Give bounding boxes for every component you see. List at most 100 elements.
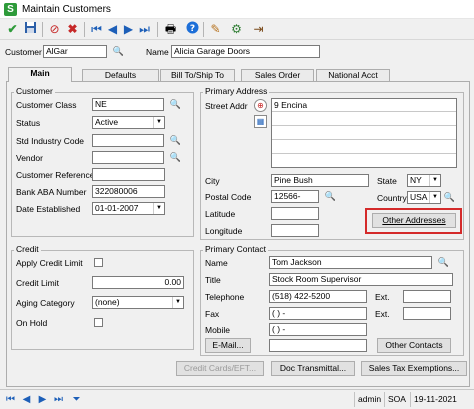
- email-button[interactable]: E-Mail...: [205, 338, 251, 353]
- on-hold-checkbox[interactable]: [94, 318, 103, 327]
- chevron-down-icon[interactable]: ▼: [429, 192, 440, 203]
- tab-national-acct[interactable]: National Acct: [316, 69, 390, 81]
- status-select[interactable]: Active ▼: [92, 116, 165, 129]
- telephone-field[interactable]: (518) 422-5200: [269, 290, 367, 303]
- aging-category-label: Aging Category: [16, 298, 75, 308]
- credit-limit-field[interactable]: 0.00: [92, 276, 184, 289]
- contact-title-label: Title: [205, 275, 221, 285]
- country-value: USA: [410, 192, 428, 202]
- longitude-field[interactable]: [271, 224, 319, 237]
- email-field[interactable]: [269, 339, 367, 352]
- filter-icon[interactable]: ⏷: [68, 391, 85, 408]
- date-established-label: Date Established: [16, 204, 81, 214]
- street-address-box[interactable]: 9 Encina: [271, 98, 457, 168]
- std-industry-code-lookup-icon[interactable]: 🔍: [169, 134, 182, 147]
- aging-category-value: (none): [95, 297, 120, 307]
- apply-credit-limit-checkbox[interactable]: [94, 258, 103, 267]
- date-established-value: 01-01-2007: [95, 203, 139, 213]
- doc-transmittal-button[interactable]: Doc Transmittal...: [271, 361, 355, 376]
- bank-aba-number-label: Bank ABA Number: [16, 187, 87, 197]
- settings-icon[interactable]: ⚙: [228, 21, 245, 38]
- customer-class-label: Customer Class: [16, 100, 77, 110]
- other-contacts-button[interactable]: Other Contacts: [377, 338, 451, 353]
- street-line-2[interactable]: [272, 112, 456, 126]
- telephone-ext-field[interactable]: [403, 290, 451, 303]
- help-icon[interactable]: ?: [184, 21, 201, 38]
- status-bar: ⏮ ◀ ▶ ⏭ ⏷ admin SOA 19-11-2021: [0, 389, 474, 409]
- accept-icon[interactable]: ✔: [4, 21, 21, 38]
- city-field[interactable]: Pine Bush: [271, 174, 369, 187]
- svg-text:?: ?: [190, 24, 195, 34]
- toolbar-separator: [157, 22, 158, 37]
- chevron-down-icon[interactable]: ▼: [429, 175, 440, 186]
- fax-label: Fax: [205, 309, 220, 319]
- status-label: Status: [16, 118, 41, 128]
- apply-credit-limit-label: Apply Credit Limit: [16, 258, 83, 268]
- contact-name-field[interactable]: Tom Jackson: [269, 256, 432, 269]
- postal-code-label: Postal Code: [205, 192, 252, 202]
- fax-field[interactable]: ( ) -: [269, 307, 367, 320]
- country-select[interactable]: USA ▼: [407, 191, 441, 204]
- mobile-field[interactable]: ( ) -: [269, 323, 367, 336]
- contact-title-field[interactable]: Stock Room Supervisor: [269, 273, 453, 286]
- customer-name-field[interactable]: Alicia Garage Doors: [171, 45, 320, 58]
- cancel-icon[interactable]: ✖: [64, 21, 81, 38]
- status-company: SOA: [384, 392, 409, 407]
- street-line-4[interactable]: [272, 140, 456, 154]
- aging-category-select[interactable]: (none) ▼: [92, 296, 184, 309]
- street-line-5[interactable]: [272, 154, 456, 167]
- sales-tax-exemptions-button[interactable]: Sales Tax Exemptions...: [361, 361, 467, 376]
- calendar-dropdown-icon[interactable]: ▼: [153, 203, 164, 214]
- tab-bill-to-ship-to[interactable]: Bill To/Ship To: [160, 69, 235, 81]
- tab-main[interactable]: Main: [8, 67, 72, 82]
- on-hold-label: On Hold: [16, 318, 48, 328]
- chevron-down-icon[interactable]: ▼: [172, 297, 183, 308]
- status-date: 19-11-2021: [410, 392, 460, 407]
- country-lookup-icon[interactable]: 🔍: [443, 191, 456, 204]
- save-icon[interactable]: [22, 21, 39, 38]
- toolbar-separator: [84, 22, 85, 37]
- contact-lookup-icon[interactable]: 🔍: [437, 256, 450, 269]
- window-title: Maintain Customers: [22, 4, 111, 15]
- delete-icon[interactable]: ⊘: [46, 21, 63, 38]
- tools-icon[interactable]: ✎: [207, 21, 224, 38]
- tab-defaults[interactable]: Defaults: [82, 69, 159, 81]
- longitude-label: Longitude: [205, 226, 243, 236]
- customer-reference-field[interactable]: [92, 168, 165, 181]
- first-record-icon[interactable]: ⏮: [88, 21, 105, 38]
- customer-number-field[interactable]: AlGar: [43, 45, 107, 58]
- bank-aba-number-field[interactable]: 322080006: [92, 185, 165, 198]
- address-grid-icon[interactable]: ▦: [254, 115, 267, 128]
- date-established-field[interactable]: 01-01-2007 ▼: [92, 202, 165, 215]
- status-user: admin: [354, 392, 384, 407]
- customer-class-field[interactable]: NE: [92, 98, 164, 111]
- chevron-down-icon[interactable]: ▼: [153, 117, 164, 128]
- customer-class-lookup-icon[interactable]: 🔍: [169, 98, 182, 111]
- other-addresses-button[interactable]: Other Addresses: [372, 213, 456, 228]
- street-line-1[interactable]: 9 Encina: [272, 99, 456, 112]
- first-icon[interactable]: ⏮: [2, 391, 19, 408]
- street-line-3[interactable]: [272, 126, 456, 140]
- next-record-icon[interactable]: ▶: [120, 21, 137, 38]
- toolbar-separator: [42, 22, 43, 37]
- vendor-field[interactable]: [92, 151, 164, 164]
- credit-cards-eft-button[interactable]: Credit Cards/EFT...: [176, 361, 264, 376]
- customer-lookup-icon[interactable]: 🔍: [112, 45, 125, 58]
- std-industry-code-field[interactable]: [92, 134, 164, 147]
- latitude-field[interactable]: [271, 207, 319, 220]
- last-icon[interactable]: ⏭: [50, 391, 67, 408]
- previous-icon[interactable]: ◀: [18, 391, 35, 408]
- postal-code-field[interactable]: 12566-: [271, 190, 319, 203]
- tab-sales-order[interactable]: Sales Order: [241, 69, 314, 81]
- fax-ext-field[interactable]: [403, 307, 451, 320]
- mobile-label: Mobile: [205, 325, 231, 335]
- vendor-lookup-icon[interactable]: 🔍: [169, 151, 182, 164]
- state-select[interactable]: NY ▼: [407, 174, 441, 187]
- next-icon[interactable]: ▶: [34, 391, 51, 408]
- last-record-icon[interactable]: ⏭: [136, 21, 153, 38]
- print-icon[interactable]: 🖶: [162, 21, 179, 38]
- previous-record-icon[interactable]: ◀: [104, 21, 121, 38]
- exit-icon[interactable]: ⇥: [250, 21, 267, 38]
- postal-code-lookup-icon[interactable]: 🔍: [324, 190, 337, 203]
- map-pin-icon[interactable]: ⊕: [254, 99, 267, 112]
